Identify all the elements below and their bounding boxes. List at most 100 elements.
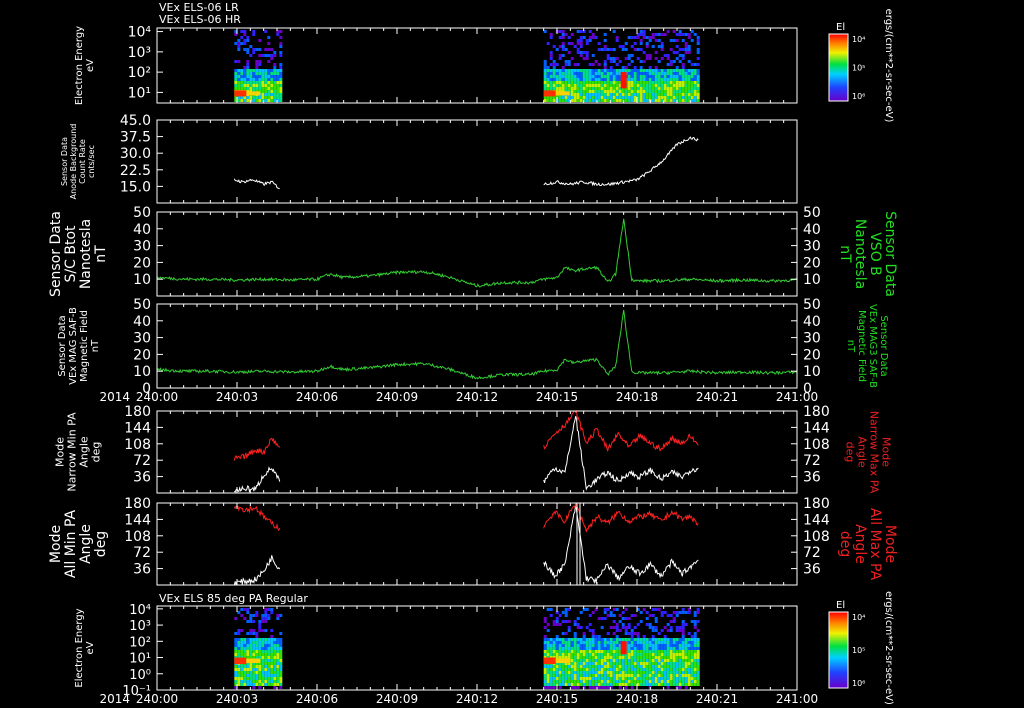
spectrogram-cell (684, 683, 688, 686)
spectrogram-cell (663, 644, 667, 647)
spectrogram-cell (681, 611, 685, 614)
spectrogram-cell (648, 75, 652, 78)
spectrogram-cell (609, 78, 613, 81)
spectrogram-cell (570, 659, 574, 662)
spectrogram-cell (645, 656, 649, 659)
spectrogram-cell (642, 638, 646, 641)
spectrogram-cell (270, 638, 274, 641)
spectrogram-cell (684, 33, 688, 36)
spectrogram-cell (648, 668, 652, 671)
spectrogram-cell (234, 677, 238, 680)
spectrogram-cell (693, 680, 697, 683)
spectrogram-cell (696, 656, 700, 659)
spectrogram-cell (579, 671, 583, 674)
spectrogram-cell (627, 93, 631, 96)
spectrogram-cell (672, 659, 676, 662)
spectrogram-cell (681, 656, 685, 659)
spectrogram-cell (255, 99, 259, 102)
spectrogram-cell (588, 87, 592, 90)
spectrogram-cell (618, 665, 622, 668)
spectrogram-cell (684, 623, 688, 626)
y-tick-label-right: 20 (803, 347, 821, 363)
panel-3-frame (156, 303, 798, 389)
spectrogram-cell (624, 93, 628, 96)
spectrogram-cell (591, 93, 595, 96)
spectrogram-cell (276, 668, 280, 671)
spectrogram-cell (270, 644, 274, 647)
spectrogram-cell (690, 87, 694, 90)
spectrogram-cell (237, 72, 241, 75)
spectrogram-cell (573, 632, 577, 635)
panel-2-frame (156, 211, 798, 297)
spectrogram-cell (243, 683, 247, 686)
spectrogram-cell (255, 611, 259, 614)
spectrogram-cell (609, 84, 613, 87)
spectrogram-cell (630, 54, 634, 57)
spectrogram-cell (582, 69, 586, 72)
spectrogram-cell (252, 644, 256, 647)
spectrogram-cell (558, 75, 562, 78)
spectrogram-cell (642, 75, 646, 78)
spectrogram-cell (690, 650, 694, 653)
spectrogram-cell (276, 93, 280, 96)
spectrogram-cell (606, 75, 610, 78)
spectrogram-cell (585, 638, 589, 641)
spectrogram-cell (654, 626, 658, 629)
spectrogram-cell (678, 72, 682, 75)
spectrogram-cell (687, 45, 691, 48)
spectrogram-cell (669, 638, 673, 641)
spectrogram-cell (579, 683, 583, 686)
spectrogram-band (234, 90, 247, 97)
spectrogram-cell (693, 99, 697, 102)
spectrogram-cell (276, 653, 280, 656)
spectrogram-cell (681, 644, 685, 647)
spectrogram-cell (654, 683, 658, 686)
spectrogram-cell (675, 674, 679, 677)
spectrogram-cell (237, 60, 241, 63)
spectrogram-cell (615, 57, 619, 60)
spectrogram-cell (591, 87, 595, 90)
spectrogram-cell (624, 686, 628, 689)
spectrogram-cell (591, 69, 595, 72)
spectrogram-cell (273, 668, 277, 671)
y-tick-label: 30 (133, 331, 151, 347)
spectrogram-cell (642, 656, 646, 659)
spectrogram-cell (270, 653, 274, 656)
spectrogram-cell (651, 75, 655, 78)
spectrogram-cell (615, 623, 619, 626)
spectrogram-cell (234, 78, 238, 81)
spectrogram-cell (258, 641, 262, 644)
spectrogram-cell (558, 84, 562, 87)
spectrogram-cell (261, 617, 265, 620)
spectrogram-cell (693, 668, 697, 671)
x-tick-label: 240:12 (456, 692, 498, 706)
spectrogram-cell (258, 96, 262, 99)
spectrogram-cell (543, 87, 547, 90)
spectrogram-cell (627, 84, 631, 87)
spectrogram-cell (579, 42, 583, 45)
spectrogram-cell (585, 84, 589, 87)
spectrogram-cell (258, 683, 262, 686)
spectrogram-cell (675, 78, 679, 81)
spectrogram-cell (600, 617, 604, 620)
spectrogram-cell (693, 683, 697, 686)
spectrogram-cell (669, 63, 673, 66)
spectrogram-cell (690, 620, 694, 623)
spectrogram-cell (585, 99, 589, 102)
spectrogram-cell (570, 641, 574, 644)
spectrogram-cell (573, 647, 577, 650)
spectrogram-cell (639, 81, 643, 84)
spectrogram-cell (279, 42, 283, 45)
spectrogram-cell (639, 75, 643, 78)
spectrogram-cell (237, 671, 241, 674)
spectrogram-cell (591, 75, 595, 78)
series-line-1 (543, 136, 699, 187)
spectrogram-cell (561, 683, 565, 686)
spectrogram-cell (630, 671, 634, 674)
spectrogram-cell (672, 81, 676, 84)
spectrogram-cell (573, 683, 577, 686)
spectrogram-cell (690, 656, 694, 659)
spectrogram-cell (612, 668, 616, 671)
spectrogram-cell (579, 647, 583, 650)
spectrogram-cell (546, 677, 550, 680)
